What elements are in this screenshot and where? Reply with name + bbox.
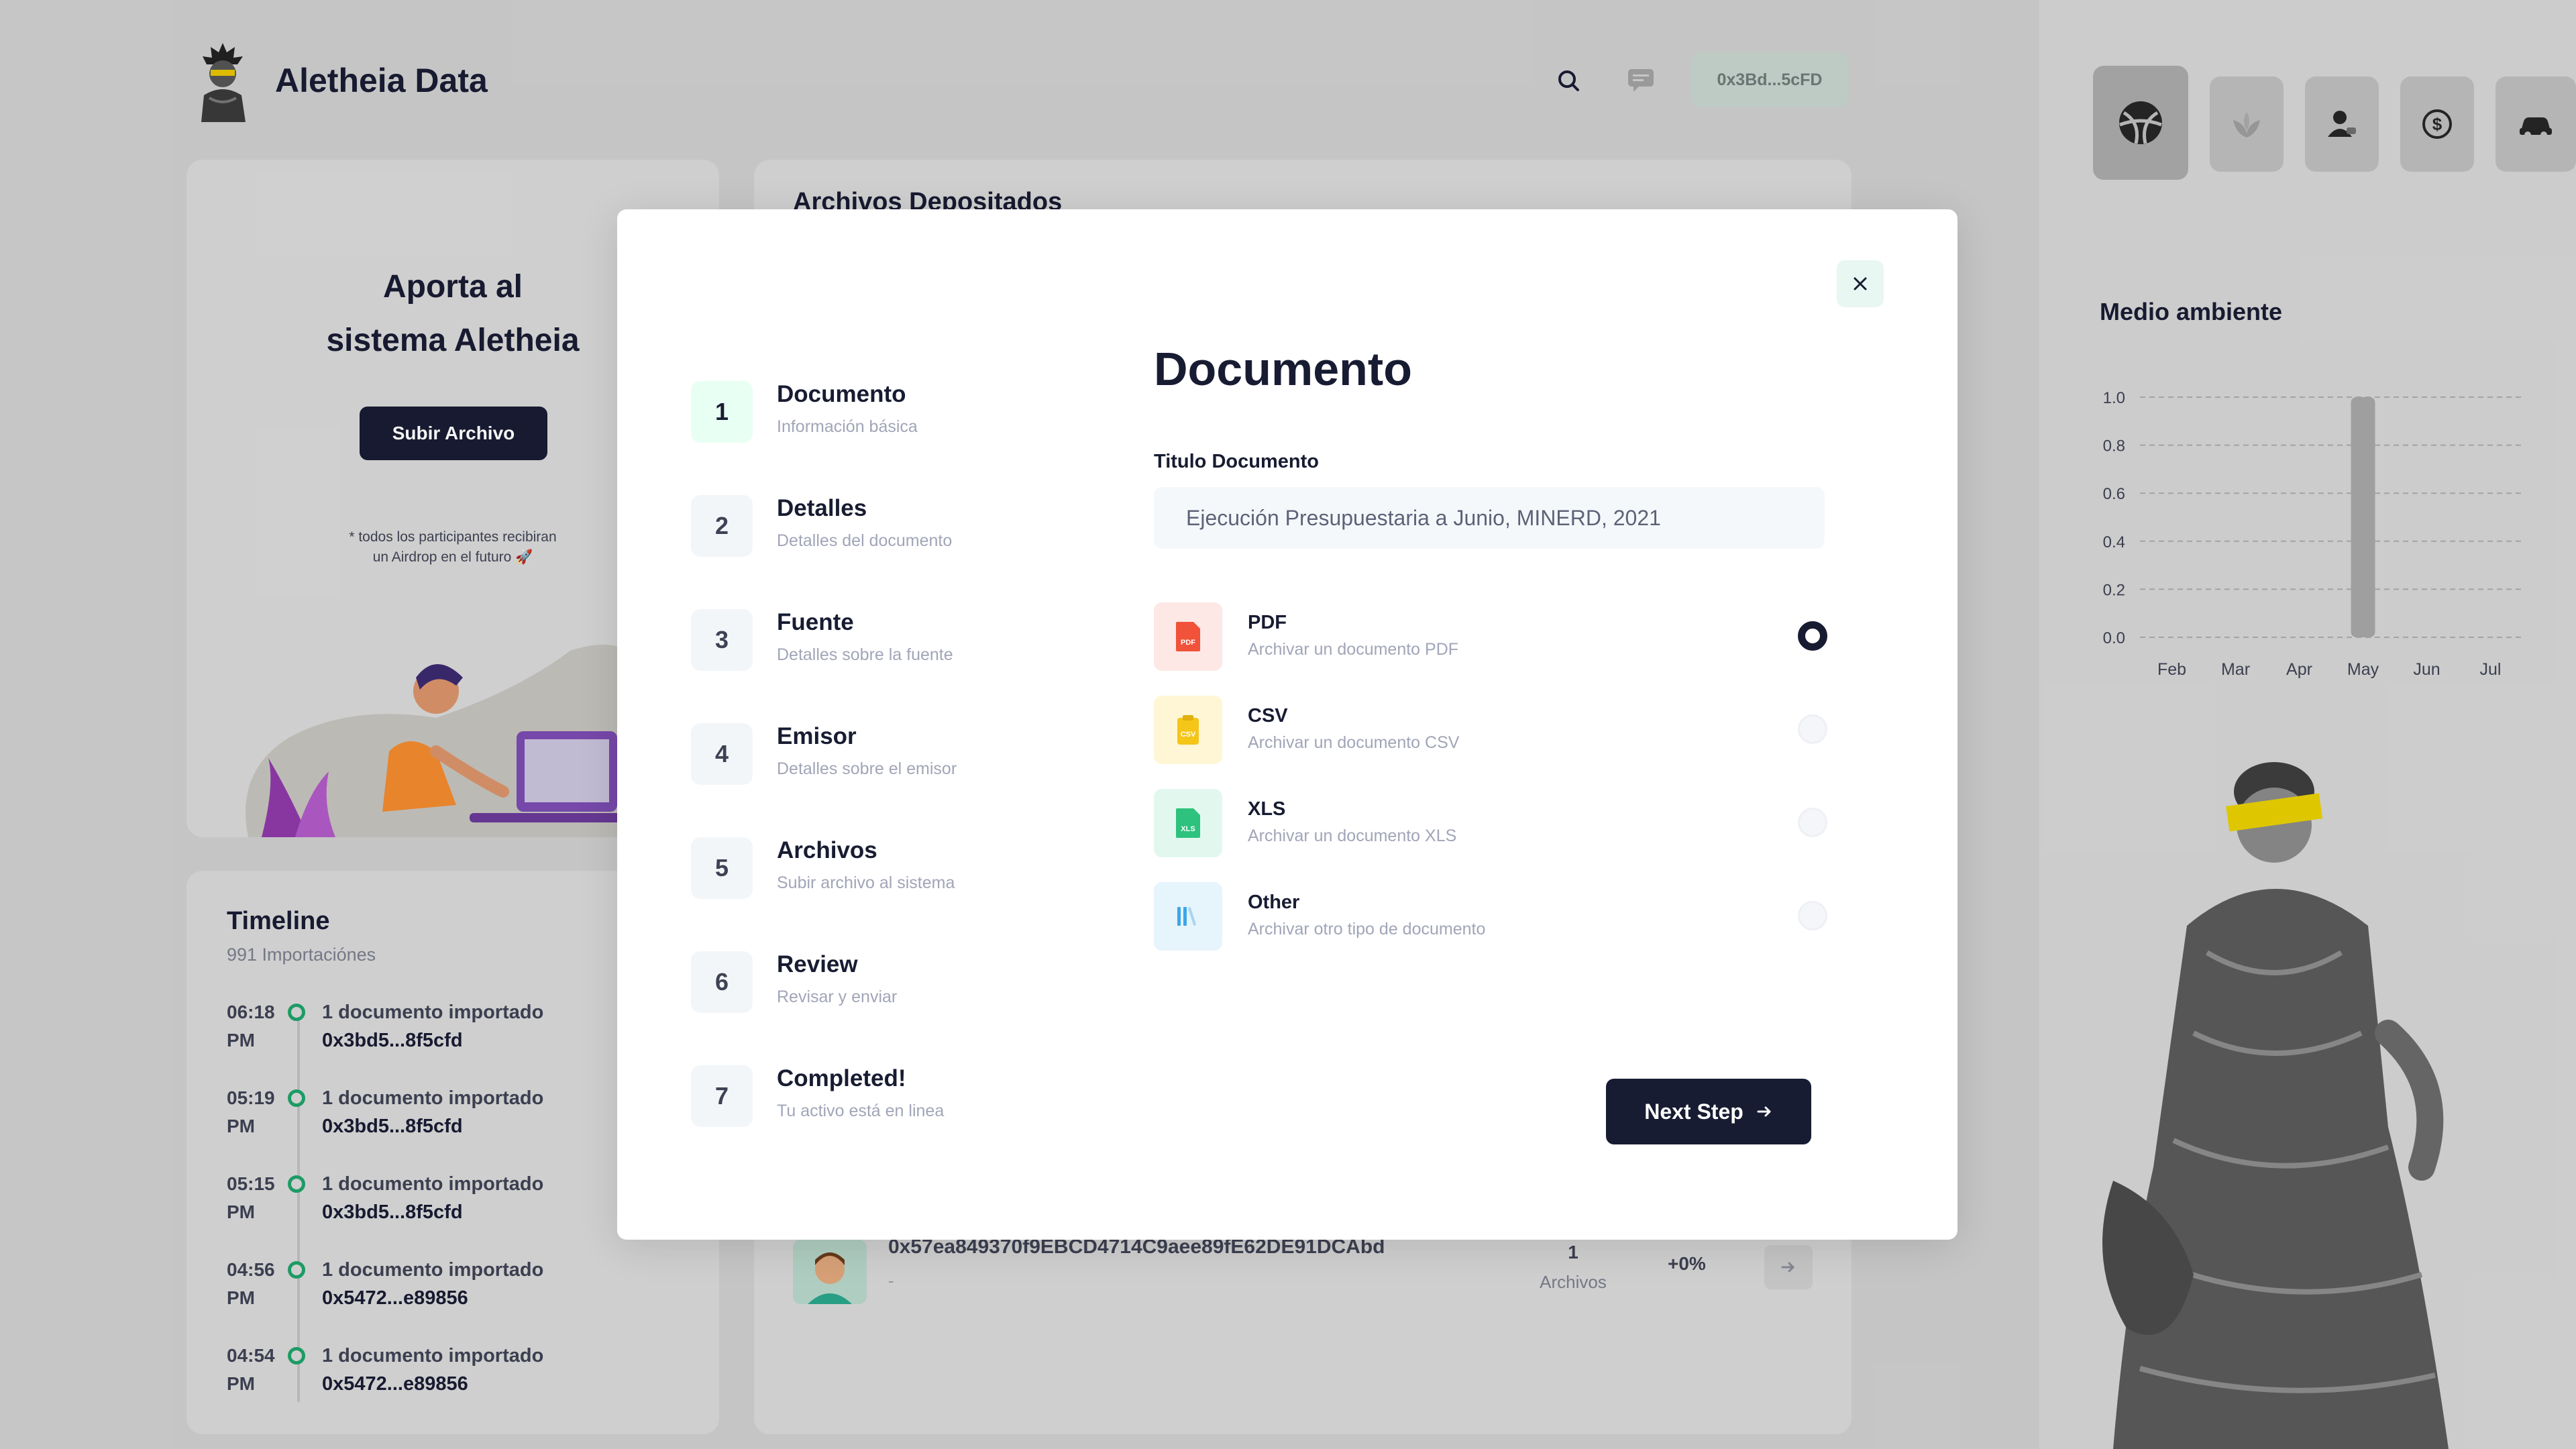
step-number: 4: [691, 723, 753, 785]
stepper-item-review[interactable]: 6 Review Revisar y enviar: [691, 951, 1067, 1032]
step-subtitle: Detalles sobre el emisor: [777, 759, 957, 778]
option-subtitle: Archivar otro tipo de documento: [1248, 920, 1486, 938]
next-step-label: Next Step: [1644, 1099, 1743, 1124]
option-xls[interactable]: XLS XLS Archivar un documento XLS: [1154, 789, 1827, 859]
step-title: Completed!: [777, 1065, 906, 1091]
step-title: Emisor: [777, 723, 857, 749]
svg-text:CSV: CSV: [1181, 731, 1196, 739]
step-subtitle: Subir archivo al sistema: [777, 873, 955, 892]
option-other[interactable]: Other Archivar otro tipo de documento: [1154, 882, 1827, 952]
library-icon: [1154, 882, 1222, 951]
xls-icon: XLS: [1154, 789, 1222, 857]
stepper-item-documento[interactable]: 1 Documento Información básica: [691, 381, 1067, 462]
option-pdf[interactable]: PDF PDF Archivar un documento PDF: [1154, 602, 1827, 672]
step-title: Archivos: [777, 837, 877, 863]
step-title: Review: [777, 951, 858, 977]
option-subtitle: Archivar un documento CSV: [1248, 733, 1460, 752]
close-button[interactable]: [1837, 260, 1884, 307]
step-number: 2: [691, 495, 753, 557]
option-title: XLS: [1248, 798, 1286, 820]
option-title: PDF: [1248, 612, 1287, 633]
radio-other[interactable]: [1798, 901, 1827, 930]
step-subtitle: Revisar y enviar: [777, 987, 898, 1006]
option-subtitle: Archivar un documento PDF: [1248, 640, 1459, 659]
radio-xls[interactable]: [1798, 808, 1827, 837]
create-document-modal: 1 Documento Información básica 2 Detalle…: [617, 209, 1957, 1240]
stepper-item-archivos[interactable]: 5 Archivos Subir archivo al sistema: [691, 837, 1067, 918]
radio-pdf[interactable]: [1798, 621, 1827, 651]
option-subtitle: Archivar un documento XLS: [1248, 826, 1457, 845]
stepper-item-completed[interactable]: 7 Completed! Tu activo está en linea: [691, 1065, 1067, 1146]
option-title: CSV: [1248, 705, 1288, 727]
option-title: Other: [1248, 892, 1300, 913]
stepper-item-fuente[interactable]: 3 Fuente Detalles sobre la fuente: [691, 609, 1067, 690]
step-title: Fuente: [777, 609, 854, 635]
step-number: 5: [691, 837, 753, 899]
stepper-item-emisor[interactable]: 4 Emisor Detalles sobre el emisor: [691, 723, 1067, 804]
option-csv[interactable]: CSV CSV Archivar un documento CSV: [1154, 696, 1827, 765]
close-icon: [1854, 277, 1867, 290]
step-number: 1: [691, 381, 753, 443]
next-step-button[interactable]: Next Step: [1606, 1079, 1811, 1144]
step-subtitle: Detalles sobre la fuente: [777, 645, 953, 664]
step-number: 7: [691, 1065, 753, 1127]
svg-text:XLS: XLS: [1181, 825, 1195, 833]
arrow-right-icon: [1757, 1106, 1771, 1117]
document-title-label: Titulo Documento: [1154, 451, 1319, 472]
stepper-item-detalles[interactable]: 2 Detalles Detalles del documento: [691, 495, 1067, 576]
step-subtitle: Detalles del documento: [777, 531, 953, 550]
pdf-icon: PDF: [1154, 602, 1222, 671]
step-title: Detalles: [777, 495, 867, 521]
csv-icon: CSV: [1154, 696, 1222, 764]
step-number: 6: [691, 951, 753, 1013]
step-subtitle: Información básica: [777, 417, 918, 436]
form-title: Documento: [1154, 343, 1412, 395]
step-subtitle: Tu activo está en linea: [777, 1102, 945, 1120]
radio-csv[interactable]: [1798, 714, 1827, 744]
svg-text:PDF: PDF: [1181, 639, 1195, 647]
step-title: Documento: [777, 381, 906, 407]
document-title-input[interactable]: [1154, 487, 1825, 549]
step-number: 3: [691, 609, 753, 671]
